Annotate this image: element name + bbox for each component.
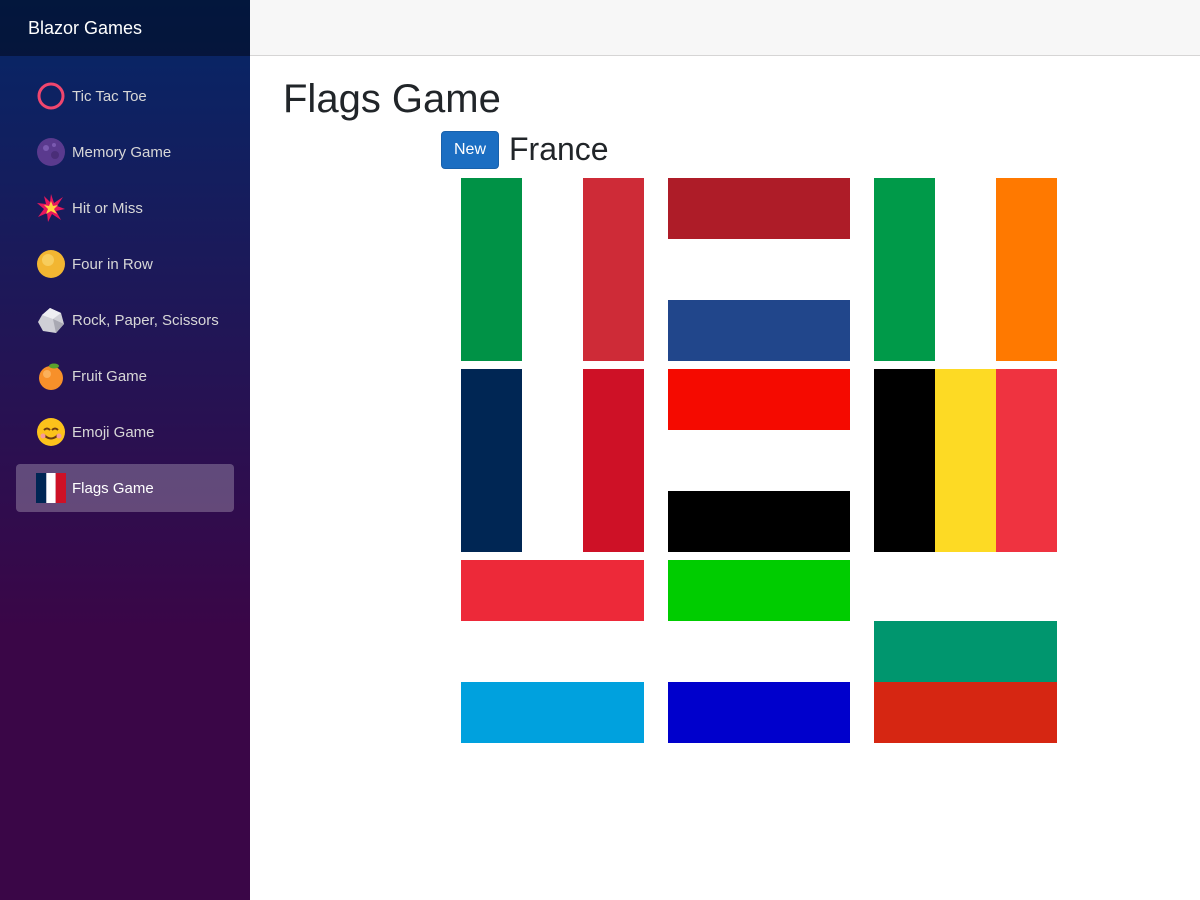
flag-stripe: [461, 560, 644, 621]
explosion-icon: [36, 193, 66, 223]
flag-stripe: [668, 369, 850, 430]
flag-stripe: [996, 178, 1057, 361]
brand-bar: Blazor Games: [0, 0, 250, 56]
flag-stripe: [874, 560, 1057, 621]
sidebar-item-label: Fruit Game: [72, 367, 148, 385]
sidebar-item-hit-or-miss[interactable]: Hit or Miss: [16, 184, 234, 232]
moon-icon: [36, 137, 66, 167]
sidebar-item-label: Emoji Game: [72, 423, 155, 441]
sidebar-item-tic-tac-toe[interactable]: Tic Tac Toe: [16, 72, 234, 120]
flag-tile[interactable]: [461, 178, 644, 361]
sidebar-item-emoji-game[interactable]: Emoji Game: [16, 408, 234, 456]
sidebar-item-label: Rock, Paper, Scissors: [72, 311, 219, 329]
sidebar-item-label: Four in Row: [72, 255, 153, 273]
sidebar-item-memory-game[interactable]: Memory Game: [16, 128, 234, 176]
target-country-name: France: [509, 131, 609, 167]
flag-tile[interactable]: [461, 369, 644, 552]
flag-stripe: [461, 369, 522, 552]
flag-stripe: [874, 682, 1057, 743]
flag-tile[interactable]: [874, 178, 1057, 361]
rock-icon: [36, 305, 66, 335]
sidebar-item-label: Hit or Miss: [72, 199, 143, 217]
flag-stripe: [996, 369, 1057, 552]
flag-stripe: [874, 369, 935, 552]
flag-stripe: [668, 300, 850, 361]
sidebar-item-fruit-game[interactable]: Fruit Game: [16, 352, 234, 400]
sidebar-item-flags-game[interactable]: Flags Game: [16, 464, 234, 512]
flag-stripe: [668, 560, 850, 621]
sidebar-item-label: Flags Game: [72, 479, 154, 497]
flag-stripe: [935, 369, 996, 552]
flag-stripe: [461, 682, 644, 743]
ring-icon: [36, 81, 66, 111]
flag-stripe: [522, 369, 583, 552]
flag-stripe: [583, 369, 644, 552]
flag-stripe: [935, 178, 996, 361]
flag-stripe: [668, 682, 850, 743]
flag-stripe: [583, 178, 644, 361]
page-title: Flags Game: [283, 77, 501, 121]
new-game-button[interactable]: New: [441, 131, 499, 169]
flag-tile[interactable]: [668, 369, 850, 552]
flag-tile[interactable]: [668, 178, 850, 361]
flag-stripe: [522, 178, 583, 361]
france-flag-icon: [36, 473, 66, 503]
flag-stripe: [461, 178, 522, 361]
sidebar-item-label: Tic Tac Toe: [72, 87, 147, 105]
sidebar-item-label: Memory Game: [72, 143, 172, 161]
smiling-face-icon: [36, 417, 66, 447]
flag-grid: [461, 178, 1057, 743]
flag-stripe: [874, 621, 1057, 682]
flag-tile[interactable]: [874, 560, 1057, 743]
flag-stripe: [461, 621, 644, 682]
flag-stripe: [874, 178, 935, 361]
sidebar: Blazor Games Tic Tac Toe Memory Game Hit…: [0, 0, 250, 900]
flag-stripe: [668, 621, 850, 682]
brand-link[interactable]: Blazor Games: [28, 18, 142, 39]
tangerine-icon: [36, 361, 66, 391]
flag-tile[interactable]: [874, 369, 1057, 552]
flag-tile[interactable]: [668, 560, 850, 743]
flag-tile[interactable]: [461, 560, 644, 743]
flag-stripe: [668, 491, 850, 552]
sidebar-item-rock-paper-scissors[interactable]: Rock, Paper, Scissors: [16, 296, 234, 344]
sidebar-nav: Tic Tac Toe Memory Game Hit or Miss Four…: [0, 56, 250, 512]
flag-stripe: [668, 430, 850, 491]
sidebar-item-four-in-row[interactable]: Four in Row: [16, 240, 234, 288]
top-bar: [250, 0, 1200, 56]
yellow-disc-icon: [36, 249, 66, 279]
flag-stripe: [668, 178, 850, 239]
flag-stripe: [668, 239, 850, 300]
